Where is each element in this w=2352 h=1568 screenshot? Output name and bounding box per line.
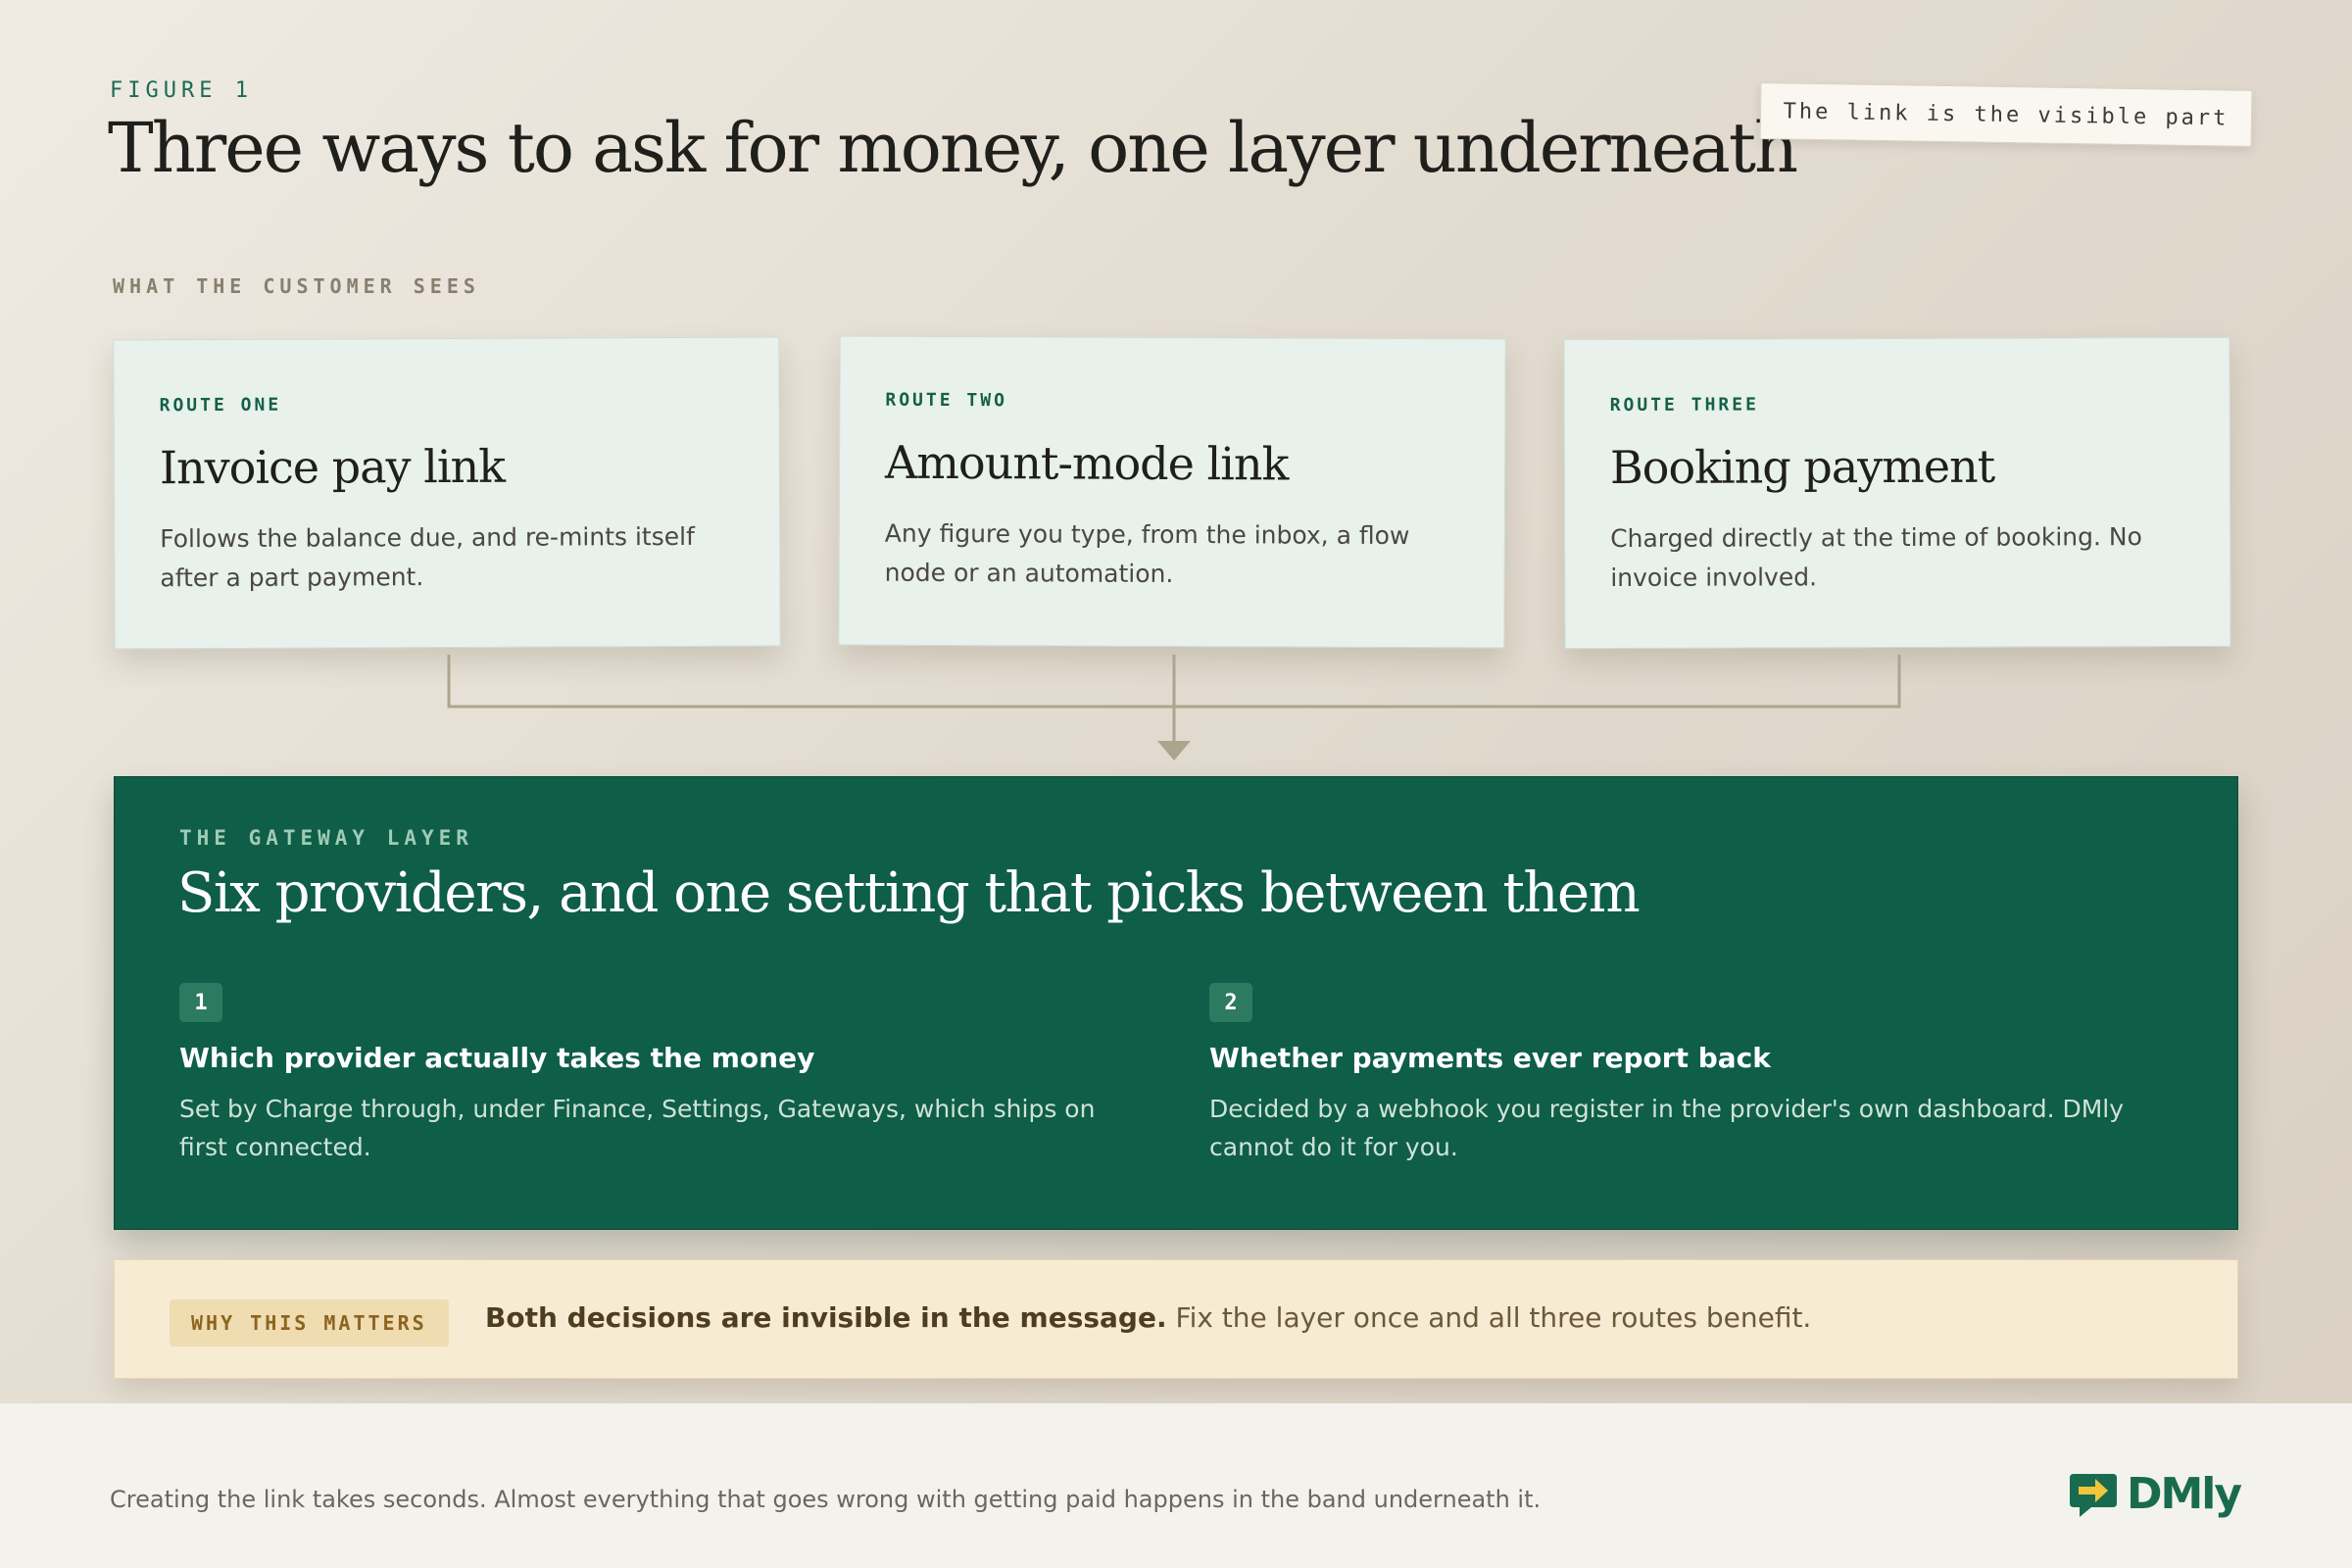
gateway-panel: THE GATEWAY LAYER Six providers, and one… [114,776,2238,1230]
logo-text: DMly [2127,1468,2242,1519]
decision-description: Set by Charge through, under Finance, Se… [179,1095,1096,1161]
why-strong-text: Both decisions are invisible in the mess… [485,1301,1167,1334]
gateway-kicker: THE GATEWAY LAYER [179,826,473,850]
gateway-title: Six providers, and one setting that pick… [177,861,1641,925]
arrow-down-icon [1157,741,1191,760]
decision-description: Decided by a webhook you register in the… [1209,1095,2125,1161]
number-badge: 2 [1209,983,1252,1022]
decision-two: 2 Whether payments ever report back Deci… [1209,983,2150,1166]
decision-one: 1 Which provider actually takes the mone… [179,983,1120,1166]
why-rest-text: Fix the layer once and all three routes … [1166,1301,1812,1334]
brand-logo: DMly [2066,1464,2242,1523]
number-badge: 1 [179,983,222,1022]
why-text: Both decisions are invisible in the mess… [485,1301,1811,1334]
decision-title: Whether payments ever report back [1209,1042,1771,1074]
connector-lines [447,655,1901,760]
footer-caption: Creating the link takes seconds. Almost … [110,1486,1542,1513]
footer-band: Creating the link takes seconds. Almost … [0,1403,2352,1568]
why-callout: WHY THIS MATTERS Both decisions are invi… [114,1259,2238,1379]
connector-bracket [447,655,1901,743]
chat-arrow-icon [2070,1474,2117,1517]
decision-title: Which provider actually takes the money [179,1042,815,1074]
why-badge: WHY THIS MATTERS [170,1299,449,1347]
